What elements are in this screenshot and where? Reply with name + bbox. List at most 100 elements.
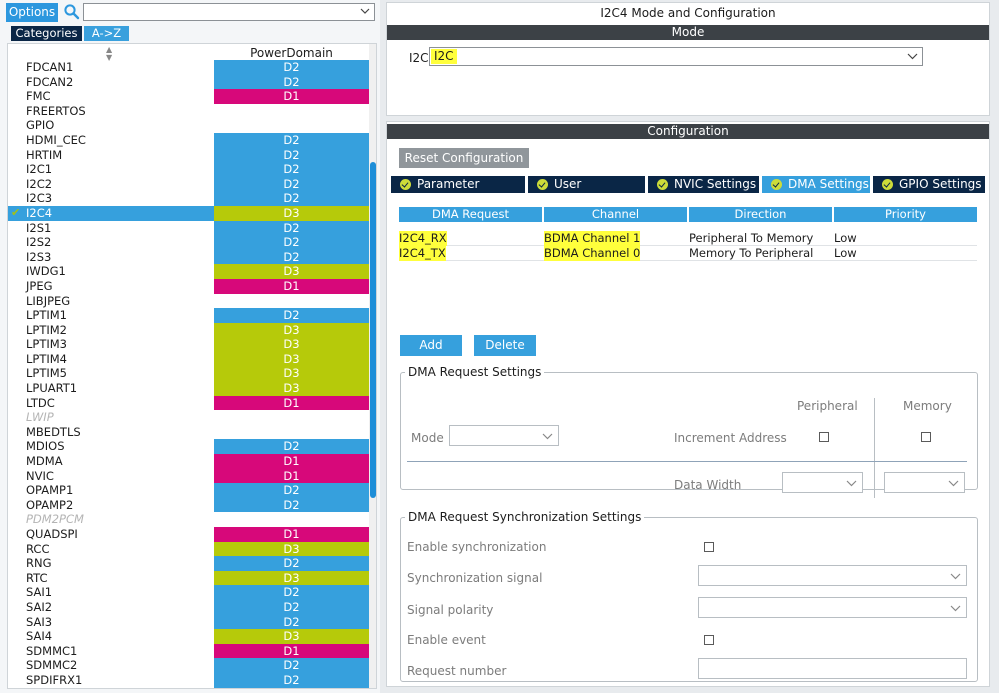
search-input[interactable] [83, 3, 375, 21]
list-item[interactable]: OPAMP1 D2 [8, 483, 370, 498]
list-item[interactable]: GPIO [8, 118, 370, 133]
priority-cell: Low [834, 231, 857, 245]
memory-data-width-select[interactable] [884, 472, 965, 493]
request-number-input[interactable] [698, 658, 967, 679]
peripheral-increment-checkbox[interactable] [819, 432, 829, 442]
scrollbar-thumb[interactable] [370, 162, 376, 498]
list-item[interactable]: SDMMC1 D1 [8, 643, 370, 659]
list-item[interactable]: SAI1 D2 [8, 585, 370, 600]
memory-column-label: Memory [903, 399, 952, 413]
add-button[interactable]: Add [400, 335, 462, 356]
search-icon[interactable] [63, 3, 81, 21]
list-item[interactable]: I2S2 D2 [8, 235, 370, 250]
peripheral-name: OPAMP1 [26, 483, 74, 498]
list-item[interactable]: I2S1 D2 [8, 220, 370, 236]
list-item[interactable]: LTDC D1 [8, 395, 370, 411]
tab-parameter-settings[interactable]: Parameter Settings [391, 176, 525, 208]
tab-dma-settings[interactable]: DMA Settings [762, 176, 870, 193]
list-item[interactable]: MBEDTLS [8, 425, 370, 440]
options-button[interactable]: Options [6, 3, 58, 22]
list-item[interactable]: I2S3 D2 [8, 249, 370, 265]
table-row[interactable]: I2C4_TX BDMA Channel 0 Memory To Periphe… [399, 246, 977, 261]
row-divider [407, 461, 967, 462]
list-item[interactable]: SDMMC2 D2 [8, 658, 370, 673]
column-header-channel[interactable]: Channel [544, 207, 687, 222]
peripheral-name: FMC [26, 89, 51, 104]
chevron-down-icon[interactable] [360, 7, 370, 15]
list-item[interactable]: ✔ I2C4 D3 [8, 205, 370, 221]
list-item[interactable]: FDCAN2 D2 [8, 74, 370, 90]
list-item[interactable]: HRTIM D2 [8, 147, 370, 163]
dma-request-cell: I2C4_RX [399, 231, 447, 246]
powerdomain-column-header[interactable]: PowerDomain [214, 46, 369, 60]
peripheral-name: FDCAN1 [26, 60, 74, 74]
list-item[interactable]: SAI2 D2 [8, 599, 370, 615]
chevron-down-icon[interactable] [846, 479, 857, 487]
list-item[interactable]: RNG D2 [8, 556, 370, 571]
chevron-down-icon[interactable] [950, 604, 961, 612]
peripheral-name: SDMMC2 [26, 658, 78, 673]
i2c-mode-select[interactable]: I2C [429, 47, 923, 66]
list-item[interactable]: LPTIM5 D3 [8, 366, 370, 382]
signal-polarity-select[interactable] [698, 597, 967, 618]
power-domain-badge: D1 [214, 89, 369, 104]
list-item[interactable]: JPEG D1 [8, 278, 370, 294]
enable-event-checkbox[interactable] [704, 635, 714, 645]
memory-increment-checkbox[interactable] [921, 432, 931, 442]
list-item[interactable]: MDIOS D2 [8, 439, 370, 455]
list-item[interactable]: IWDG1 D3 [8, 264, 370, 279]
list-item[interactable]: FDCAN1 D2 [8, 60, 370, 75]
power-domain-badge: D1 [214, 527, 369, 542]
list-item[interactable]: LPTIM1 D2 [8, 308, 370, 323]
reset-configuration-button[interactable]: Reset Configuration [399, 148, 529, 168]
check-circle-icon [537, 179, 548, 190]
table-row[interactable]: I2C4_RX BDMA Channel 1 Peripheral To Mem… [399, 231, 977, 246]
scrollbar[interactable] [369, 44, 376, 688]
power-domain-badge: D3 [214, 541, 369, 557]
list-item[interactable]: I2C2 D2 [8, 176, 370, 192]
power-domain-badge: D2 [214, 235, 369, 250]
column-header-priority[interactable]: Priority [834, 207, 977, 222]
peripheral-name: HRTIM [26, 147, 63, 162]
list-item[interactable]: SAI4 D3 [8, 629, 370, 644]
list-item[interactable]: MDMA D1 [8, 454, 370, 469]
list-item[interactable]: LPTIM4 D3 [8, 351, 370, 367]
tab-a-to-z[interactable]: A->Z [84, 26, 129, 41]
chevron-down-icon[interactable] [950, 572, 961, 580]
check-circle-icon [657, 179, 668, 190]
list-item[interactable]: I2C1 D2 [8, 162, 370, 177]
list-item[interactable]: RTC D3 [8, 570, 370, 586]
list-item[interactable]: LPTIM3 D3 [8, 337, 370, 352]
chevron-down-icon[interactable] [542, 432, 553, 440]
list-item[interactable]: LPTIM2 D3 [8, 322, 370, 338]
tab-categories[interactable]: Categories [11, 26, 82, 41]
list-item[interactable]: PDM2PCM [8, 512, 370, 527]
tab-gpio-settings[interactable]: GPIO Settings [873, 176, 985, 193]
list-item[interactable]: LWIP [8, 410, 370, 425]
list-item[interactable]: QUADSPI D1 [8, 527, 370, 542]
tab-nvic-settings[interactable]: NVIC Settings [648, 176, 759, 193]
list-item[interactable]: SAI3 D2 [8, 614, 370, 630]
list-item[interactable]: NVIC D1 [8, 468, 370, 484]
list-item[interactable]: LPUART1 D3 [8, 381, 370, 396]
chevron-down-icon[interactable] [907, 52, 918, 60]
enable-synchronization-checkbox[interactable] [704, 542, 714, 552]
power-domain-badge: D1 [214, 468, 369, 484]
list-item[interactable]: FREERTOS [8, 104, 370, 119]
list-item[interactable]: FMC D1 [8, 89, 370, 104]
list-item[interactable]: I2C3 D2 [8, 191, 370, 206]
peripheral-data-width-select[interactable] [782, 472, 863, 493]
column-header-direction[interactable]: Direction [689, 207, 832, 222]
synchronization-signal-select[interactable] [698, 565, 967, 586]
channel-cell: BDMA Channel 0 [544, 246, 641, 261]
column-header-dma-request[interactable]: DMA Request [399, 207, 542, 222]
list-item[interactable]: HDMI_CEC D2 [8, 132, 370, 148]
delete-button[interactable]: Delete [474, 335, 536, 356]
chevron-down-icon[interactable] [948, 479, 959, 487]
list-item[interactable]: OPAMP2 D2 [8, 497, 370, 513]
list-item[interactable]: RCC D3 [8, 541, 370, 557]
list-item[interactable]: SPDIFRX1 D2 [8, 672, 370, 688]
tab-user-constants[interactable]: User Constants [528, 176, 645, 208]
mode-select[interactable] [449, 425, 559, 446]
list-item[interactable]: LIBJPEG [8, 294, 370, 309]
